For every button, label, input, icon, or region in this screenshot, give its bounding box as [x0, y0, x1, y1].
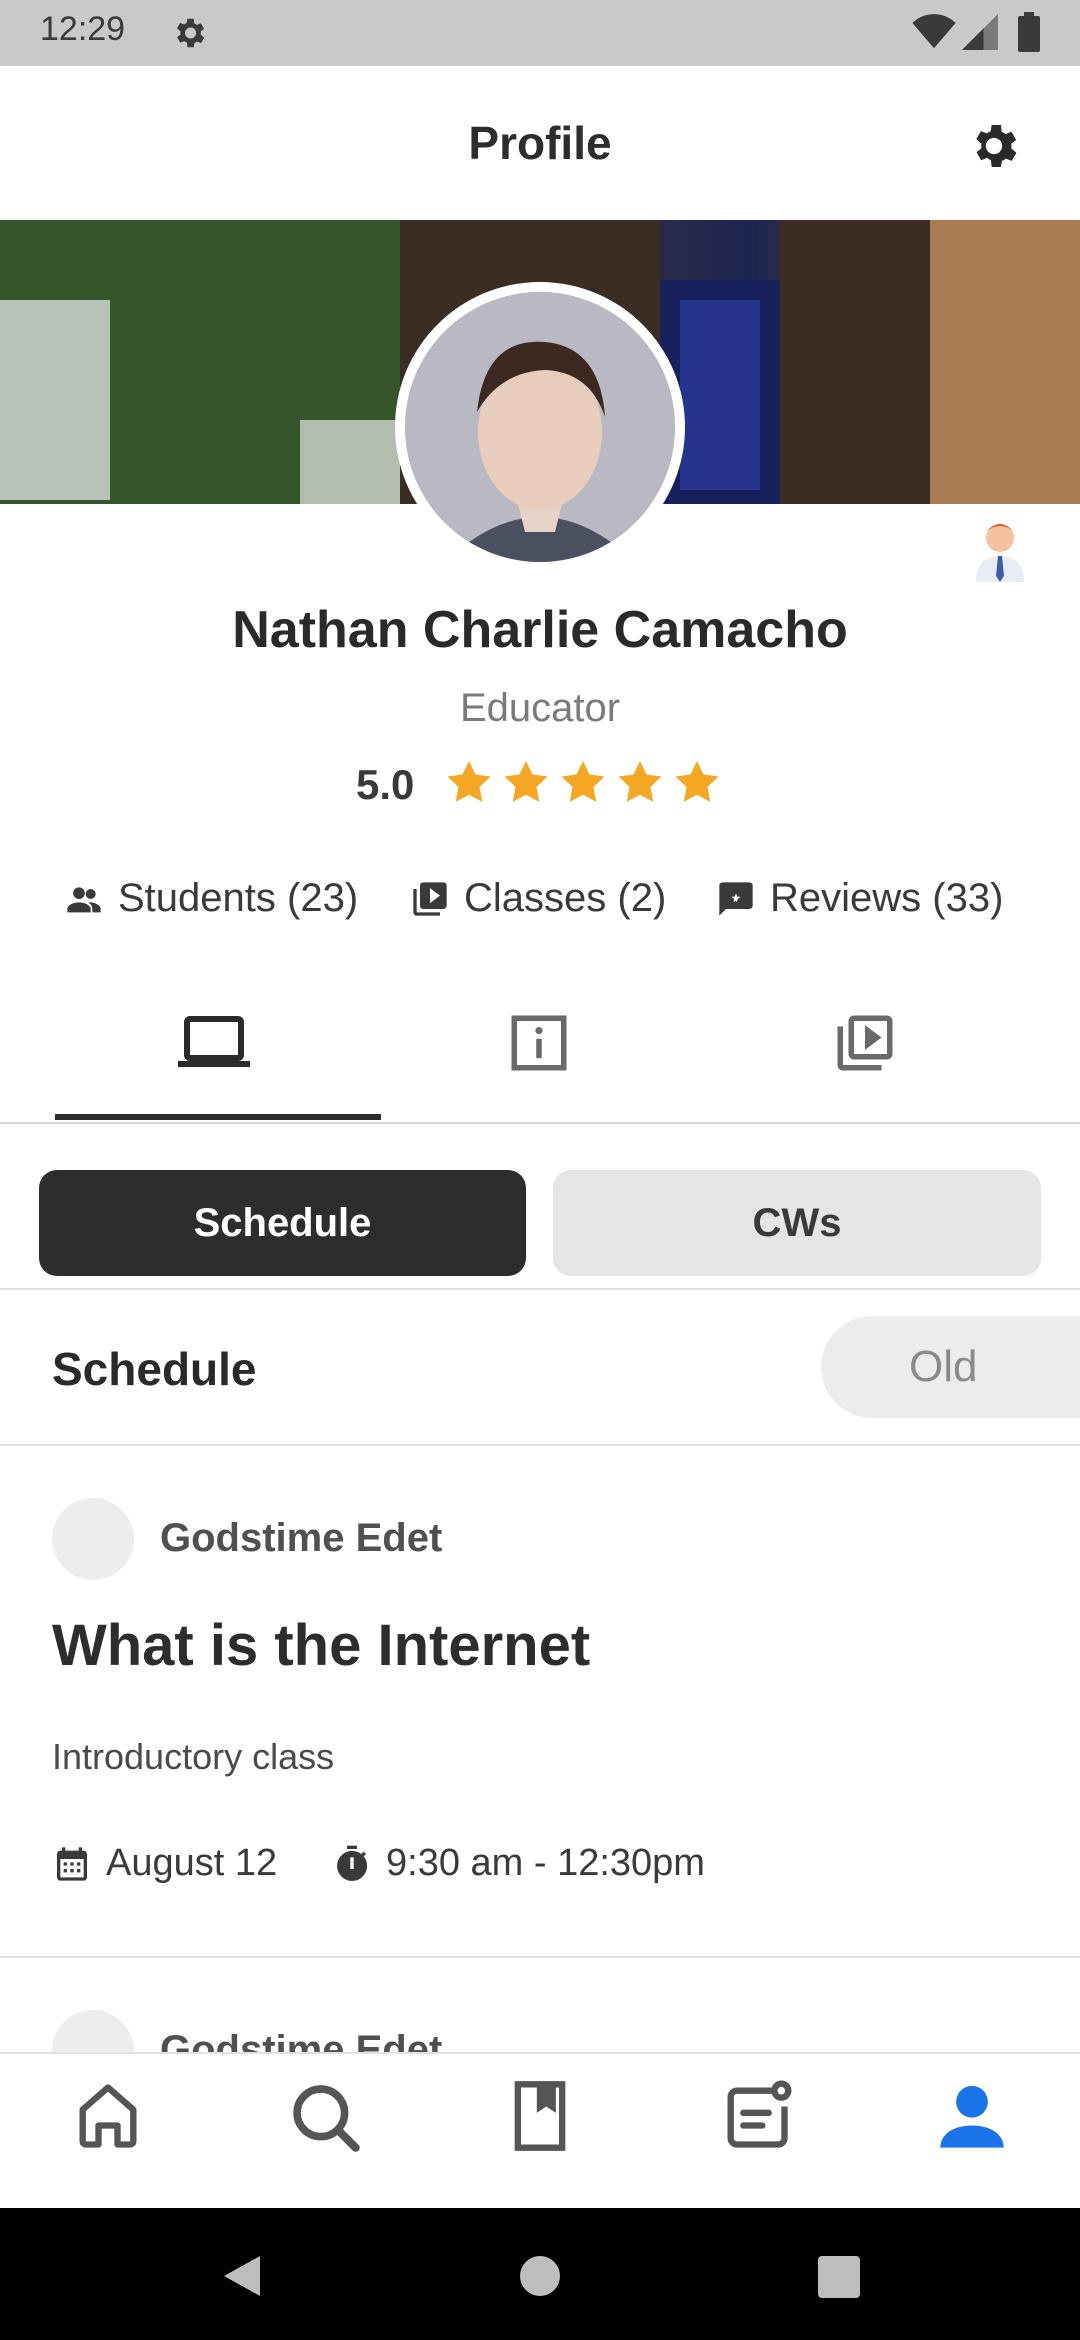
- students-label: Students (23): [118, 876, 359, 920]
- rating-stars: [444, 758, 724, 818]
- star-icon: [618, 761, 662, 802]
- people-icon: [67, 886, 101, 912]
- nav-profile[interactable]: [934, 2078, 1010, 2159]
- classes-stat[interactable]: Classes (2): [410, 876, 666, 921]
- status-time: 12:29: [40, 10, 126, 48]
- notes-icon: [727, 2080, 792, 2148]
- classes-label: Classes (2): [464, 876, 667, 920]
- item-time: 9:30 am - 12:30pm: [332, 1842, 705, 1885]
- tab-divider: [0, 1122, 1080, 1124]
- divider: [0, 1956, 1080, 1958]
- reviews-stat[interactable]: Reviews (33): [716, 876, 1003, 921]
- calendar-icon: [57, 1846, 87, 1881]
- recents-icon: [818, 2256, 860, 2298]
- laptop-icon: [178, 1016, 250, 1067]
- wifi-icon: [912, 14, 956, 55]
- item-author: Godstime Edet: [160, 1516, 443, 1560]
- back-button[interactable]: [220, 2252, 264, 2305]
- section-title: Schedule: [52, 1343, 257, 1395]
- avatar[interactable]: [405, 292, 675, 562]
- star-icon: [561, 761, 605, 802]
- settings-button[interactable]: [966, 118, 1022, 179]
- video-library-icon: [837, 1015, 893, 1071]
- item-time-label: 9:30 am - 12:30pm: [386, 1842, 705, 1884]
- star-icon: [675, 761, 719, 802]
- item-subtitle: Introductory class: [52, 1736, 335, 1777]
- review-icon: [719, 881, 753, 916]
- signal-icon: [962, 14, 998, 55]
- cws-segment-button[interactable]: CWs: [553, 1170, 1041, 1276]
- profile-role: Educator: [459, 686, 621, 730]
- page-title: Profile: [468, 117, 612, 169]
- tab-videos[interactable]: [832, 1010, 898, 1081]
- divider: [0, 1444, 1080, 1446]
- reviews-label: Reviews (33): [770, 876, 1004, 920]
- students-stat[interactable]: Students (23): [64, 876, 358, 921]
- search-icon: [293, 2085, 360, 2152]
- gear-icon: [976, 125, 1017, 167]
- home-icon: [79, 2084, 137, 2148]
- star-icon: [447, 761, 491, 802]
- schedule-segment-button[interactable]: Schedule: [39, 1170, 526, 1276]
- timer-icon: [337, 1845, 368, 1881]
- star-icon: [504, 761, 548, 802]
- author-avatar: [52, 1498, 134, 1580]
- class-library-icon: [413, 881, 447, 916]
- rating-value: 5.0: [355, 761, 415, 809]
- settings-status-icon: [170, 14, 208, 57]
- home-system-button[interactable]: [518, 2254, 562, 2303]
- profile-name: Nathan Charlie Camacho: [232, 601, 848, 659]
- home-circle-icon: [520, 2256, 560, 2296]
- battery-icon: [1018, 12, 1040, 57]
- rating-row: 5.0: [0, 758, 1080, 818]
- item-title[interactable]: What is the Internet: [52, 1612, 590, 1679]
- recents-button[interactable]: [818, 2256, 860, 2303]
- nav-home[interactable]: [70, 2078, 146, 2159]
- bookmark-icon: [514, 2081, 566, 2151]
- educator-badge-icon: [972, 520, 1028, 587]
- nav-search[interactable]: [286, 2078, 362, 2159]
- divider: [0, 1288, 1080, 1290]
- info-icon: [511, 1015, 567, 1071]
- tab-classes[interactable]: [178, 1010, 250, 1081]
- nav-bookmarks[interactable]: [502, 2078, 578, 2159]
- active-tab-indicator: [55, 1114, 381, 1120]
- profile-icon: [940, 2085, 1004, 2148]
- app-bar: Profile: [0, 66, 1080, 220]
- item-date-label: August 12: [106, 1842, 278, 1884]
- item-date: August 12: [52, 1842, 277, 1885]
- old-filter-button[interactable]: Old: [821, 1316, 1080, 1418]
- back-icon: [224, 2256, 260, 2296]
- nav-notes[interactable]: [718, 2078, 794, 2159]
- tab-info[interactable]: [506, 1010, 572, 1081]
